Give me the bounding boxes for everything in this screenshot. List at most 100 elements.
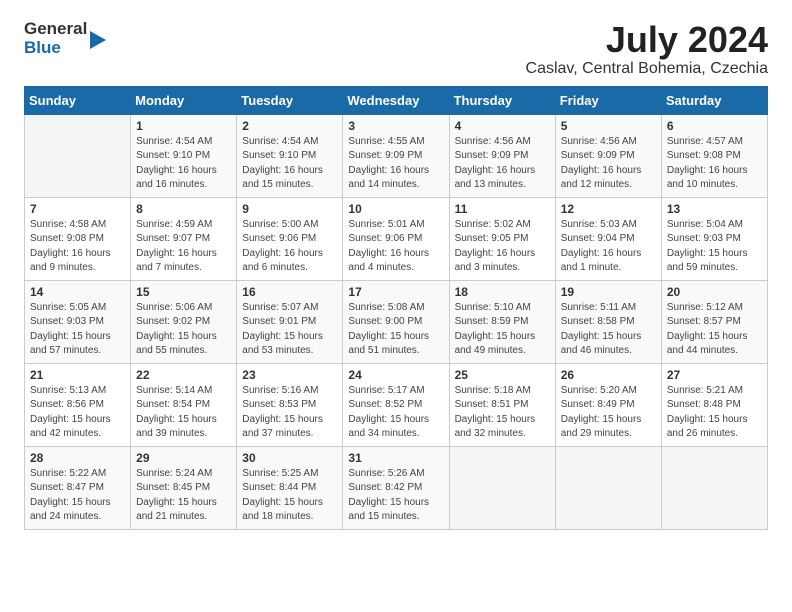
calendar-week-row: 1Sunrise: 4:54 AM Sunset: 9:10 PM Daylig… xyxy=(25,114,768,197)
day-number: 18 xyxy=(455,285,550,299)
cell-info: Sunrise: 5:12 AM Sunset: 8:57 PM Dayligh… xyxy=(667,301,762,359)
cell-info: Sunrise: 5:05 AM Sunset: 9:03 PM Dayligh… xyxy=(30,301,125,359)
day-number: 4 xyxy=(455,119,550,133)
calendar-cell: 26 Sunrise: 5:20 AM Sunset: 8:49 PM Dayli… xyxy=(555,363,661,446)
logo-blue: Blue xyxy=(24,39,87,58)
day-number: 3 xyxy=(348,119,443,133)
cell-info: Sunrise: 5:21 AM Sunset: 8:48 PM Dayligh… xyxy=(667,384,762,442)
day-number: 8 xyxy=(136,202,231,216)
cell-info: Sunrise: 5:24 AM Sunset: 8:45 PM Dayligh… xyxy=(136,467,231,525)
logo-general: General xyxy=(24,20,87,39)
title-section: July 2024 Caslav, Central Bohemia, Czech… xyxy=(526,20,768,78)
calendar-cell: 30 Sunrise: 5:25 AM Sunset: 8:44 PM Dayli… xyxy=(237,446,343,529)
cell-info: Sunrise: 5:17 AM Sunset: 8:52 PM Dayligh… xyxy=(348,384,443,442)
calendar-cell xyxy=(661,446,767,529)
weekday-header-cell: Sunday xyxy=(25,86,131,114)
day-number: 7 xyxy=(30,202,125,216)
calendar-week-row: 14Sunrise: 5:05 AM Sunset: 9:03 PM Dayli… xyxy=(25,280,768,363)
day-number: 19 xyxy=(561,285,656,299)
calendar-cell: 20 Sunrise: 5:12 AM Sunset: 8:57 PM Dayli… xyxy=(661,280,767,363)
day-number: 17 xyxy=(348,285,443,299)
calendar-week-row: 7 Sunrise: 4:58 AM Sunset: 9:08 PM Daylig… xyxy=(25,197,768,280)
cell-info: Sunrise: 5:11 AM Sunset: 8:58 PM Dayligh… xyxy=(561,301,656,359)
calendar-cell: 1Sunrise: 4:54 AM Sunset: 9:10 PM Daylig… xyxy=(131,114,237,197)
calendar-cell: 9 Sunrise: 5:00 AM Sunset: 9:06 PM Daylig… xyxy=(237,197,343,280)
calendar-cell: 10Sunrise: 5:01 AM Sunset: 9:06 PM Dayli… xyxy=(343,197,449,280)
cell-info: Sunrise: 4:59 AM Sunset: 9:07 PM Dayligh… xyxy=(136,218,231,276)
weekday-header-cell: Tuesday xyxy=(237,86,343,114)
cell-info: Sunrise: 4:55 AM Sunset: 9:09 PM Dayligh… xyxy=(348,135,443,193)
location-subtitle: Caslav, Central Bohemia, Czechia xyxy=(526,60,768,78)
cell-info: Sunrise: 5:00 AM Sunset: 9:06 PM Dayligh… xyxy=(242,218,337,276)
page-header: General Blue July 2024 Caslav, Central B… xyxy=(24,20,768,78)
day-number: 16 xyxy=(242,285,337,299)
cell-info: Sunrise: 4:57 AM Sunset: 9:08 PM Dayligh… xyxy=(667,135,762,193)
weekday-header-cell: Wednesday xyxy=(343,86,449,114)
calendar-cell xyxy=(25,114,131,197)
cell-info: Sunrise: 5:10 AM Sunset: 8:59 PM Dayligh… xyxy=(455,301,550,359)
cell-info: Sunrise: 5:26 AM Sunset: 8:42 PM Dayligh… xyxy=(348,467,443,525)
calendar-body: 1Sunrise: 4:54 AM Sunset: 9:10 PM Daylig… xyxy=(25,114,768,529)
day-number: 20 xyxy=(667,285,762,299)
month-year-title: July 2024 xyxy=(526,20,768,60)
calendar-cell: 25 Sunrise: 5:18 AM Sunset: 8:51 PM Dayli… xyxy=(449,363,555,446)
calendar-cell: 14Sunrise: 5:05 AM Sunset: 9:03 PM Dayli… xyxy=(25,280,131,363)
day-number: 13 xyxy=(667,202,762,216)
cell-info: Sunrise: 5:20 AM Sunset: 8:49 PM Dayligh… xyxy=(561,384,656,442)
cell-info: Sunrise: 5:13 AM Sunset: 8:56 PM Dayligh… xyxy=(30,384,125,442)
weekday-header-cell: Thursday xyxy=(449,86,555,114)
day-number: 25 xyxy=(455,368,550,382)
calendar-cell: 16 Sunrise: 5:07 AM Sunset: 9:01 PM Dayli… xyxy=(237,280,343,363)
cell-info: Sunrise: 4:58 AM Sunset: 9:08 PM Dayligh… xyxy=(30,218,125,276)
calendar-cell: 13 Sunrise: 5:04 AM Sunset: 9:03 PM Dayli… xyxy=(661,197,767,280)
calendar-cell: 5Sunrise: 4:56 AM Sunset: 9:09 PM Daylig… xyxy=(555,114,661,197)
weekday-header-row: SundayMondayTuesdayWednesdayThursdayFrid… xyxy=(25,86,768,114)
day-number: 2 xyxy=(242,119,337,133)
calendar-cell xyxy=(555,446,661,529)
day-number: 5 xyxy=(561,119,656,133)
cell-info: Sunrise: 5:25 AM Sunset: 8:44 PM Dayligh… xyxy=(242,467,337,525)
day-number: 9 xyxy=(242,202,337,216)
calendar-cell: 12 Sunrise: 5:03 AM Sunset: 9:04 PM Dayli… xyxy=(555,197,661,280)
day-number: 29 xyxy=(136,451,231,465)
cell-info: Sunrise: 5:03 AM Sunset: 9:04 PM Dayligh… xyxy=(561,218,656,276)
calendar-cell: 21 Sunrise: 5:13 AM Sunset: 8:56 PM Dayli… xyxy=(25,363,131,446)
day-number: 31 xyxy=(348,451,443,465)
day-number: 6 xyxy=(667,119,762,133)
cell-info: Sunrise: 5:08 AM Sunset: 9:00 PM Dayligh… xyxy=(348,301,443,359)
calendar-cell: 31 Sunrise: 5:26 AM Sunset: 8:42 PM Dayli… xyxy=(343,446,449,529)
calendar-cell: 23 Sunrise: 5:16 AM Sunset: 8:53 PM Dayli… xyxy=(237,363,343,446)
calendar-cell: 27 Sunrise: 5:21 AM Sunset: 8:48 PM Dayli… xyxy=(661,363,767,446)
calendar-table: SundayMondayTuesdayWednesdayThursdayFrid… xyxy=(24,86,768,530)
day-number: 21 xyxy=(30,368,125,382)
weekday-header-cell: Friday xyxy=(555,86,661,114)
calendar-week-row: 21 Sunrise: 5:13 AM Sunset: 8:56 PM Dayli… xyxy=(25,363,768,446)
calendar-cell: 22Sunrise: 5:14 AM Sunset: 8:54 PM Dayli… xyxy=(131,363,237,446)
day-number: 26 xyxy=(561,368,656,382)
calendar-cell: 29 Sunrise: 5:24 AM Sunset: 8:45 PM Dayli… xyxy=(131,446,237,529)
calendar-cell: 28Sunrise: 5:22 AM Sunset: 8:47 PM Dayli… xyxy=(25,446,131,529)
cell-info: Sunrise: 5:18 AM Sunset: 8:51 PM Dayligh… xyxy=(455,384,550,442)
calendar-cell: 18 Sunrise: 5:10 AM Sunset: 8:59 PM Dayli… xyxy=(449,280,555,363)
day-number: 11 xyxy=(455,202,550,216)
weekday-header-cell: Monday xyxy=(131,86,237,114)
cell-info: Sunrise: 5:07 AM Sunset: 9:01 PM Dayligh… xyxy=(242,301,337,359)
cell-info: Sunrise: 4:54 AM Sunset: 9:10 PM Dayligh… xyxy=(136,135,231,193)
day-number: 22 xyxy=(136,368,231,382)
calendar-cell: 6 Sunrise: 4:57 AM Sunset: 9:08 PM Daylig… xyxy=(661,114,767,197)
day-number: 23 xyxy=(242,368,337,382)
calendar-cell: 24 Sunrise: 5:17 AM Sunset: 8:52 PM Dayli… xyxy=(343,363,449,446)
day-number: 27 xyxy=(667,368,762,382)
weekday-header-cell: Saturday xyxy=(661,86,767,114)
cell-info: Sunrise: 5:04 AM Sunset: 9:03 PM Dayligh… xyxy=(667,218,762,276)
day-number: 28 xyxy=(30,451,125,465)
day-number: 24 xyxy=(348,368,443,382)
cell-info: Sunrise: 4:56 AM Sunset: 9:09 PM Dayligh… xyxy=(455,135,550,193)
cell-info: Sunrise: 5:16 AM Sunset: 8:53 PM Dayligh… xyxy=(242,384,337,442)
day-number: 12 xyxy=(561,202,656,216)
calendar-cell: 19 Sunrise: 5:11 AM Sunset: 8:58 PM Dayli… xyxy=(555,280,661,363)
calendar-cell: 3 Sunrise: 4:55 AM Sunset: 9:09 PM Daylig… xyxy=(343,114,449,197)
cell-info: Sunrise: 5:06 AM Sunset: 9:02 PM Dayligh… xyxy=(136,301,231,359)
day-number: 30 xyxy=(242,451,337,465)
logo-arrow-icon xyxy=(90,31,106,49)
